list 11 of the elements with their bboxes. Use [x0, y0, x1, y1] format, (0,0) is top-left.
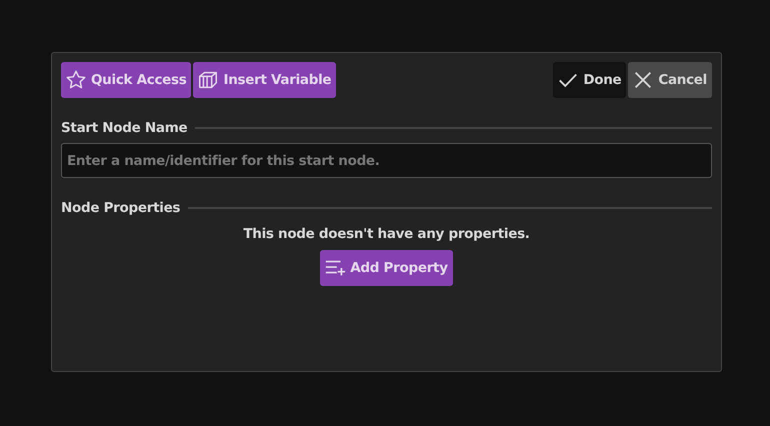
done-button[interactable]: Done — [553, 62, 626, 98]
insert-variable-button[interactable]: Insert Variable — [193, 62, 336, 98]
section-heading: Node Properties — [61, 200, 180, 216]
add-property-button[interactable]: Add Property — [320, 250, 453, 286]
star-icon — [65, 69, 87, 91]
empty-message: This node doesn't have any properties. — [243, 226, 530, 242]
quick-access-button[interactable]: Quick Access — [61, 62, 192, 98]
cancel-button[interactable]: Cancel — [628, 62, 712, 98]
name-input-field[interactable]: Enter a name/identifier for this start node. — [61, 143, 712, 178]
section-heading: Start Node Name — [61, 120, 188, 136]
cube-icon — [197, 69, 220, 91]
